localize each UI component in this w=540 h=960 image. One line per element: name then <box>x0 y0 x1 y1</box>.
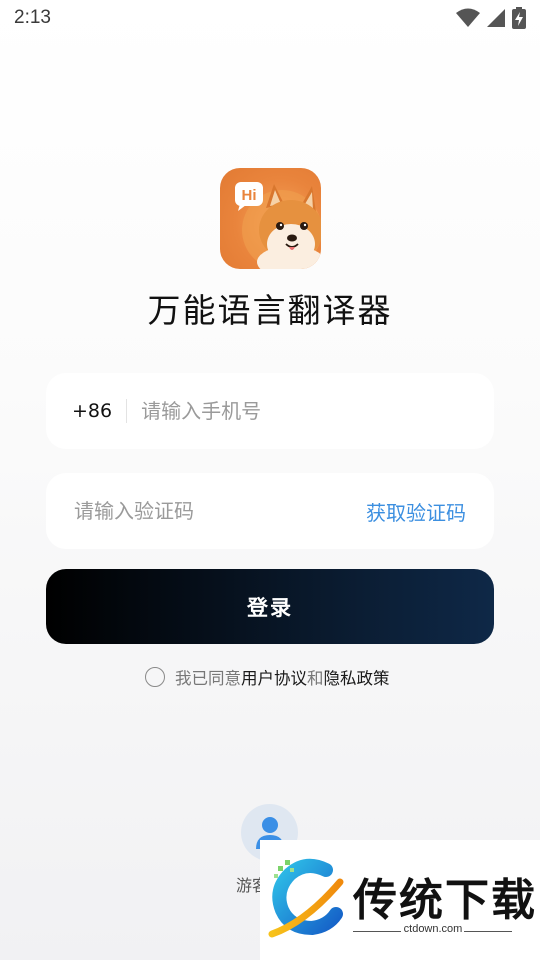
verification-code-field[interactable]: 获取验证码 <box>46 473 494 549</box>
phone-field[interactable]: +86 <box>46 373 494 449</box>
watermark-logo-icon <box>268 858 344 938</box>
status-time: 2:13 <box>14 7 51 28</box>
status-bar: 2:13 <box>0 0 540 36</box>
signal-icon <box>487 9 505 27</box>
watermark: 传统下载 ctdown.com <box>260 840 540 960</box>
privacy-policy-link[interactable]: 隐私政策 <box>324 665 390 689</box>
app-icon: Hi <box>220 168 321 269</box>
hi-badge-text: Hi <box>242 187 257 204</box>
agreement-checkbox[interactable] <box>145 667 165 687</box>
watermark-title: 传统下载 <box>353 875 537 926</box>
field-divider <box>126 399 128 423</box>
watermark-line-right <box>464 931 512 932</box>
status-icons <box>456 7 526 29</box>
agreement-conjunction: 和 <box>307 669 324 688</box>
country-code-prefix[interactable]: +86 <box>72 400 112 422</box>
user-agreement-link[interactable]: 用户协议 <box>241 665 307 689</box>
app-title: 万能语言翻译器 <box>147 291 393 330</box>
get-code-button[interactable]: 获取验证码 <box>366 497 466 526</box>
agreement-prefix: 我已同意 <box>175 669 241 688</box>
verification-code-input[interactable] <box>74 499 304 523</box>
shiba-dog-app-icon: Hi <box>235 182 321 269</box>
watermark-line-left <box>353 931 401 932</box>
agreement-row: 我已同意 用户协议 和 隐私政策 <box>145 664 390 690</box>
battery-charging-icon <box>512 7 526 29</box>
phone-input[interactable] <box>141 399 442 423</box>
login-button[interactable]: 登录 <box>46 569 494 644</box>
watermark-domain: ctdown.com <box>403 923 463 935</box>
wifi-icon <box>456 8 480 27</box>
